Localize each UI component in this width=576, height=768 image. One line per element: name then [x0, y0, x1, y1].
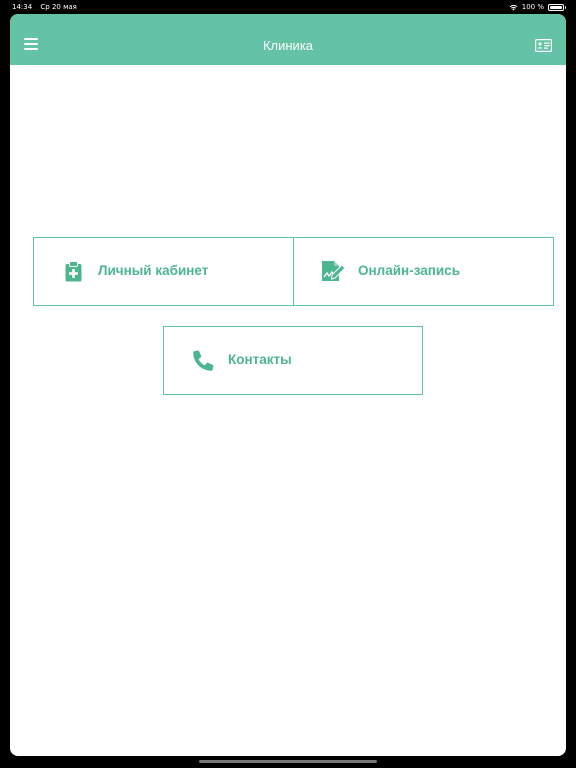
personal-account-label: Личный кабинет — [98, 263, 209, 278]
home-indicator — [199, 760, 377, 763]
contacts-label: Контакты — [228, 352, 292, 367]
online-booking-button[interactable]: Онлайн-запись — [293, 237, 554, 306]
status-date: Ср 20 мая — [40, 3, 77, 11]
status-time: 14:34 — [12, 3, 33, 11]
signature-document-icon — [322, 261, 346, 281]
online-booking-label: Онлайн-запись — [358, 263, 460, 278]
phone-icon — [193, 350, 214, 371]
page-title: Клиника — [262, 38, 314, 53]
id-card-icon[interactable] — [535, 39, 552, 52]
personal-account-button[interactable]: Личный кабинет — [33, 237, 294, 306]
app-screen: Клиника Личный кабинет Онлайн-запись Кон… — [10, 14, 566, 756]
navigation-bar: Клиника — [10, 14, 566, 65]
status-bar: 14:34 Ср 20 мая 100 % — [0, 0, 576, 14]
medical-clipboard-icon — [65, 261, 82, 282]
contacts-button[interactable]: Контакты — [163, 326, 423, 395]
wifi-icon — [509, 4, 518, 10]
battery-percent: 100 % — [521, 3, 544, 11]
battery-icon — [548, 3, 566, 11]
